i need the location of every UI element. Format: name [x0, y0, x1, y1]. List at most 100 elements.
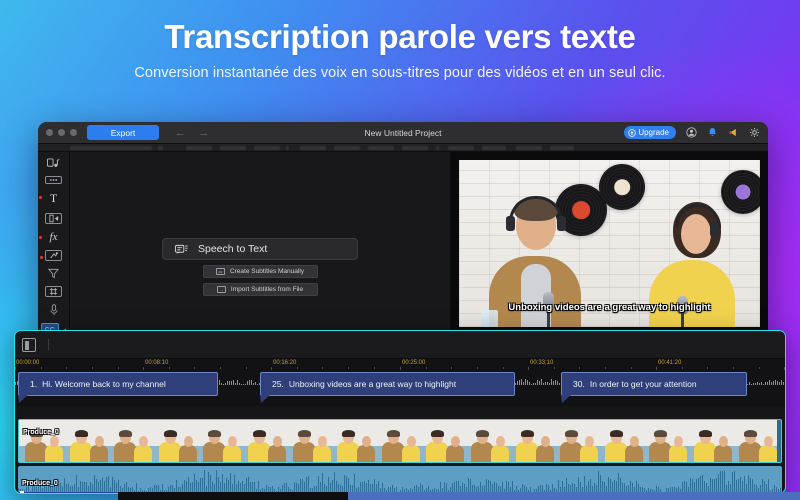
audio-track-label: Produce_0: [22, 480, 58, 487]
filmstrip-thumbnail: [63, 420, 109, 462]
video-preview-panel: Unboxing videos are a great way to highl…: [450, 152, 768, 335]
ruler-tick-mark: [630, 367, 632, 369]
ruler-tick-mark: [579, 367, 581, 369]
filmstrip-thumbnail: [732, 420, 778, 462]
ruler-tick-mark: [707, 367, 709, 369]
waveform-bar: [231, 380, 232, 385]
effects-fx-icon[interactable]: fx: [39, 231, 62, 243]
waveform-bar: [747, 383, 748, 385]
import-subtitles-label: Import Subtitles from File: [230, 286, 304, 293]
ruler-tick-mark: [502, 367, 504, 369]
transition-icon[interactable]: [45, 213, 62, 224]
timeline-layout-icon[interactable]: [22, 337, 36, 352]
offscreen-track-strip: [0, 492, 800, 500]
waveform-bar: [533, 382, 534, 385]
megaphone-icon[interactable]: [727, 127, 739, 139]
export-button[interactable]: Export: [87, 125, 159, 140]
waveform-bar: [233, 379, 234, 385]
ruler-tick-mark: [117, 367, 119, 369]
filmstrip-thumbnail: [241, 420, 287, 462]
ruler-tick-label: 00:33;10: [530, 360, 554, 366]
subtitle-clip[interactable]: 30. In order to get your attention: [561, 372, 747, 403]
waveform-bar: [239, 383, 240, 385]
minimize-window-icon[interactable]: [58, 129, 65, 136]
filmstrip-thumbnail: [197, 420, 242, 462]
waveform-bar: [527, 380, 528, 385]
audio-track-clip[interactable]: Produce_0: [18, 466, 782, 493]
waveform-bar: [249, 379, 250, 385]
speech-to-text-button[interactable]: Speech to Text: [162, 238, 358, 260]
waveform-bar: [753, 383, 754, 385]
waveform-bar: [227, 380, 228, 385]
subtitle-clip[interactable]: 25. Unboxing videos are a great way to h…: [260, 372, 515, 403]
preview-viewport[interactable]: Unboxing videos are a great way to highl…: [459, 160, 760, 327]
waveform-bar: [769, 379, 770, 385]
crop-frame-icon[interactable]: [45, 286, 62, 297]
waveform-bar: [755, 383, 756, 385]
subtitle-clip-index: 25.: [272, 379, 284, 389]
filmstrip-thumbnail: [509, 420, 555, 462]
media-music-icon[interactable]: [45, 158, 62, 169]
waveform-bar: [247, 381, 248, 385]
ruler-tick-mark: [604, 367, 606, 369]
ruler-tick-mark: [451, 367, 453, 369]
waveform-bar: [253, 383, 254, 385]
ruler-tick-label: 00:16:20: [273, 360, 297, 366]
import-subtitles-button[interactable]: → Import Subtitles from File: [202, 283, 318, 296]
ruler-tick-label: 00:00:00: [16, 360, 40, 366]
waveform-bar: [771, 381, 772, 385]
waveform-bar: [225, 383, 226, 385]
app-body: T fx Speech to Text cc Create Subtitles …: [38, 152, 768, 335]
waveform-bar: [553, 380, 554, 385]
waveform-bar: [541, 379, 542, 385]
filmstrip-thumbnail: [108, 420, 153, 462]
ruler-tick-mark: [194, 367, 196, 369]
create-subtitles-manually-button[interactable]: cc Create Subtitles Manually: [202, 265, 318, 278]
window-titlebar: Export ← → New Untitled Project Upgrade: [38, 122, 768, 144]
waveform-bar: [523, 382, 524, 385]
close-window-icon[interactable]: [46, 129, 53, 136]
waveform-bar: [257, 383, 258, 385]
filmstrip-thumbnail: [420, 420, 465, 462]
ruler-tick-mark: [553, 367, 555, 369]
ruler-tick-mark: [476, 367, 478, 369]
video-clip-icon[interactable]: [45, 176, 62, 184]
upgrade-button[interactable]: Upgrade: [624, 126, 676, 139]
timeline-ruler[interactable]: 00:00:00 00:08:10 00:16:20 00:25:00 00:33;10…: [15, 359, 785, 370]
arrow-left-icon[interactable]: ←: [175, 127, 186, 139]
history-nav: ← →: [175, 127, 209, 139]
ruler-tick-mark: [91, 367, 93, 369]
waveform-bar: [521, 379, 522, 385]
import-arrow-icon: →: [216, 286, 226, 293]
account-circle-icon[interactable]: [685, 127, 697, 139]
waveform-bar: [763, 383, 764, 385]
arrow-right-icon[interactable]: →: [198, 127, 209, 139]
subtitle-clip-index: 1.: [30, 379, 38, 389]
waveform-bar: [519, 379, 520, 385]
waveform-bar: [547, 382, 548, 385]
maximize-window-icon[interactable]: [70, 129, 77, 136]
waveform-bar: [557, 380, 558, 385]
notification-bell-icon[interactable]: [706, 127, 718, 139]
titlebar-actions: Upgrade: [624, 126, 760, 139]
ruler-tick-mark: [296, 367, 298, 369]
subtitle-clip[interactable]: 1. Hi. Welcome back to my channel: [18, 372, 218, 403]
subtitle-clip-text: In order to get your attention: [589, 379, 697, 389]
microphone-icon[interactable]: [45, 304, 62, 316]
vinyl-record-decor: [721, 170, 760, 214]
waveform-bar: [525, 379, 526, 385]
vinyl-record-decor: [599, 164, 645, 210]
new-badge-dot: [39, 236, 42, 239]
elements-icon[interactable]: [40, 250, 62, 261]
filter-funnel-icon[interactable]: [45, 268, 62, 279]
video-track-clip[interactable]: Produce_0: [18, 419, 782, 463]
ruler-tick-mark: [758, 367, 760, 369]
waveform-bar: [219, 379, 220, 385]
waveform-bar: [529, 381, 530, 385]
waveform-bar: [767, 382, 768, 385]
filmstrip-thumbnail: [152, 420, 198, 462]
text-tool-icon[interactable]: T: [39, 191, 62, 206]
speech-to-text-icon: [175, 244, 188, 254]
settings-gear-icon[interactable]: [748, 127, 760, 139]
caption-box-icon: cc: [215, 268, 225, 275]
